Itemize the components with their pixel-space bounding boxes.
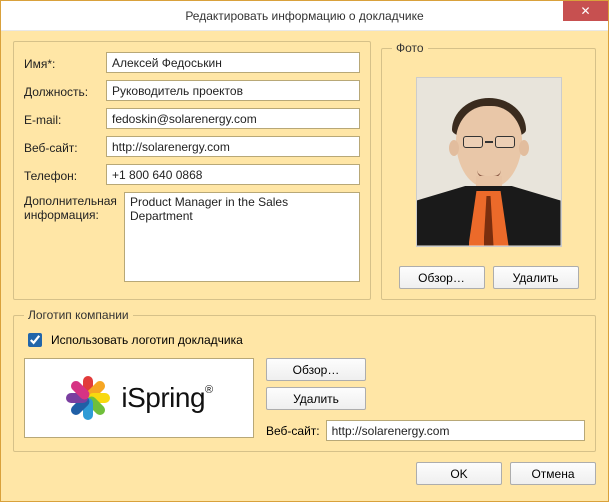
ok-button[interactable]: OK [416,462,502,485]
name-input[interactable] [106,52,360,73]
additional-info-label: Дополнительная информация: [24,192,124,222]
name-label: Имя*: [24,55,106,71]
ispring-logo: iSpring® [65,375,212,421]
use-presenter-logo-checkbox[interactable] [28,333,42,347]
company-logo-group: Логотип компании Использовать логотип до… [13,308,596,452]
email-input[interactable] [106,108,360,129]
photo-preview-area [392,65,585,258]
photo-legend: Фото [392,41,428,55]
logo-website-label: Веб-сайт: [266,424,320,438]
cancel-button[interactable]: Отмена [510,462,596,485]
email-label: E-mail: [24,111,106,127]
window-titlebar: Редактировать информацию о докладчике ✕ [1,1,608,31]
close-icon: ✕ [580,5,590,17]
company-logo-legend: Логотип компании [24,308,133,322]
logo-delete-button[interactable]: Удалить [266,387,366,410]
window-close-button[interactable]: ✕ [563,1,608,21]
position-label: Должность: [24,83,106,99]
website-input[interactable] [106,136,360,157]
use-presenter-logo-label[interactable]: Использовать логотип докладчика [51,333,243,347]
position-input[interactable] [106,80,360,101]
company-logo-preview: iSpring® [24,358,254,438]
additional-info-textarea[interactable] [124,192,360,282]
presenter-info-group: Имя*: Должность: E-mail: Веб-сайт: Телеф… [13,41,371,300]
phone-input[interactable] [106,164,360,185]
photo-delete-button[interactable]: Удалить [493,266,579,289]
phone-label: Телефон: [24,167,106,183]
ispring-mark-icon [65,375,111,421]
ispring-wordmark: iSpring® [121,382,212,414]
dialog-content: Имя*: Должность: E-mail: Веб-сайт: Телеф… [1,31,608,501]
photo-browse-button[interactable]: Обзор… [399,266,485,289]
website-label: Веб-сайт: [24,139,106,155]
logo-browse-button[interactable]: Обзор… [266,358,366,381]
logo-website-input[interactable] [326,420,585,441]
presenter-photo [416,77,562,247]
photo-group: Фото Обзор… Уд [381,41,596,300]
window-title: Редактировать информацию о докладчике [185,9,423,23]
